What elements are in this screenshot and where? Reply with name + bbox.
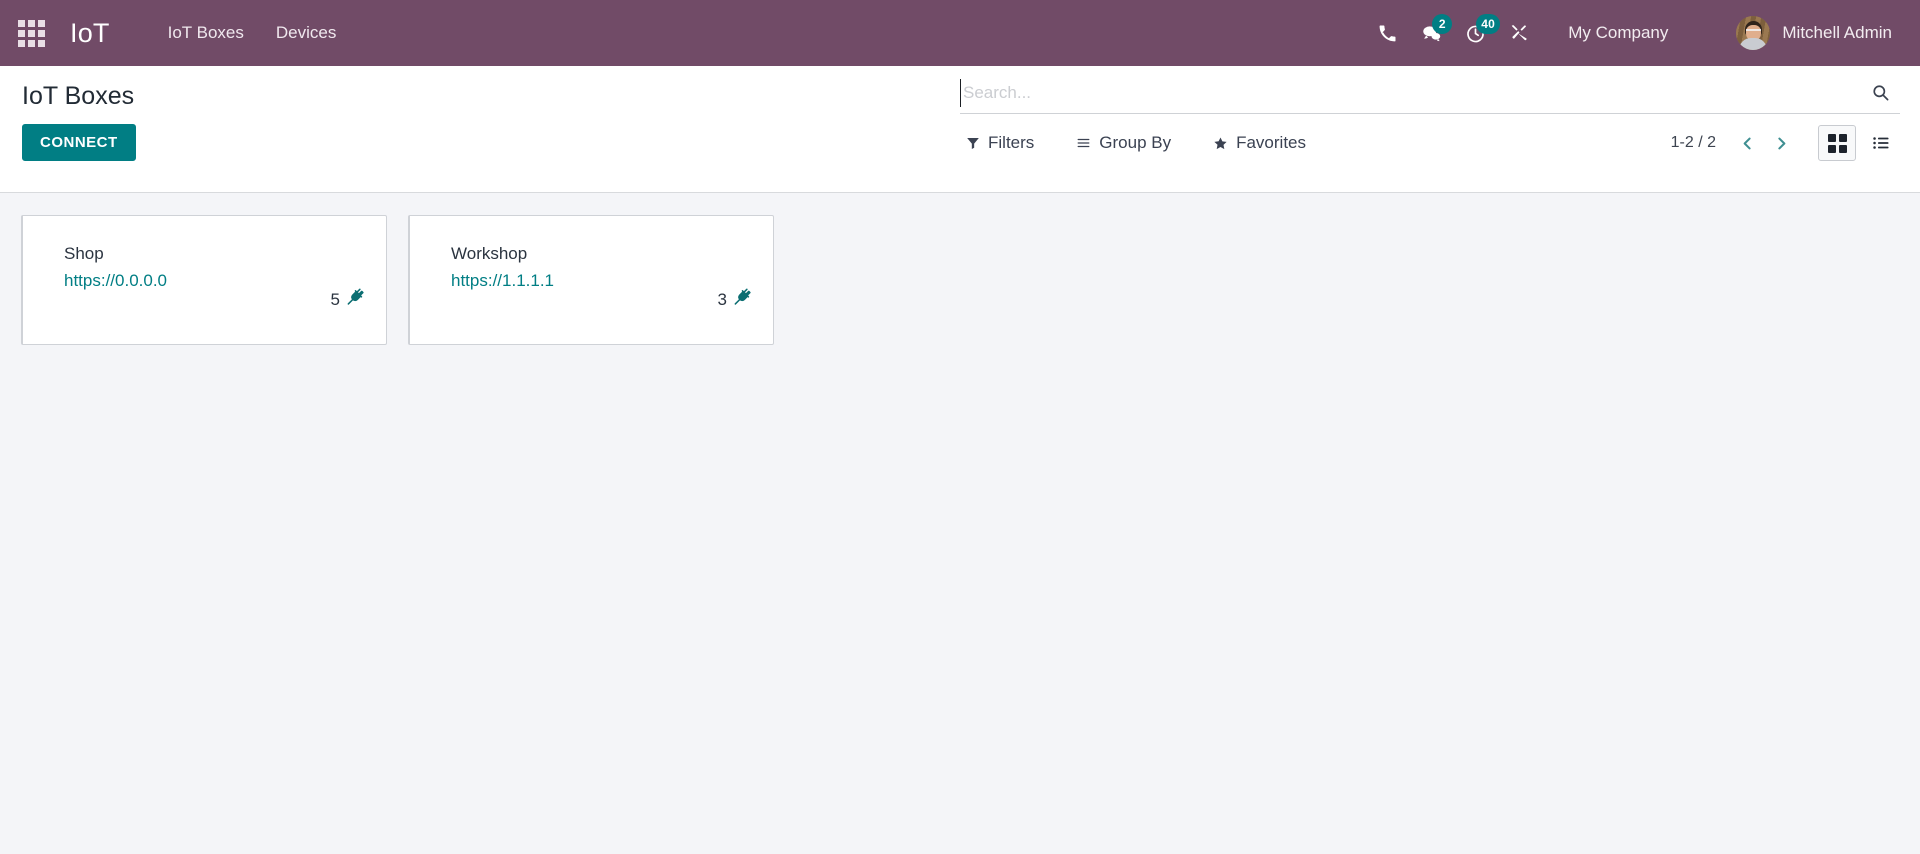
systray: 2 40 My Company Mitchell Admin (1366, 10, 1898, 56)
filters-dropdown[interactable]: Filters (960, 127, 1048, 159)
kanban-icon[interactable] (1818, 125, 1856, 161)
magnifier-icon[interactable] (1860, 76, 1900, 110)
kanban-card[interactable]: Shop https://0.0.0.0 5 (21, 215, 387, 345)
iot-box-name: Workshop (451, 244, 528, 263)
activities-badge: 40 (1476, 14, 1500, 34)
iot-box-name: Shop (64, 244, 104, 263)
user-name: Mitchell Admin (1782, 23, 1892, 42)
activities-icon[interactable]: 40 (1454, 12, 1500, 54)
avatar (1736, 16, 1771, 50)
messaging-badge: 2 (1432, 14, 1453, 34)
apps-grid-icon[interactable] (14, 16, 48, 50)
search-bar (960, 72, 1900, 114)
kanban-grid: Shop https://0.0.0.0 5 Workshop https://… (21, 215, 1920, 345)
kanban-card[interactable]: Workshop https://1.1.1.1 3 (408, 215, 774, 345)
device-count: 3 (717, 290, 727, 309)
messaging-icon[interactable]: 2 (1410, 12, 1453, 54)
groupby-dropdown[interactable]: Group By (1070, 127, 1185, 159)
iot-box-url[interactable]: https://1.1.1.1 (451, 269, 554, 294)
star-icon (1213, 136, 1228, 151)
pager-count: 1-2 / 2 (1670, 134, 1716, 151)
favorites-dropdown[interactable]: Favorites (1207, 127, 1320, 159)
view-switcher (1818, 125, 1900, 161)
phone-icon[interactable] (1366, 12, 1408, 54)
control-panel-left: IoT Boxes CONNECT (0, 66, 980, 161)
user-menu[interactable]: Mitchell Admin (1726, 10, 1898, 56)
device-count-group: 5 (331, 288, 365, 312)
pager-previous-button[interactable] (1730, 126, 1764, 160)
groupby-label: Group By (1099, 133, 1172, 152)
iot-box-url[interactable]: https://0.0.0.0 (64, 269, 167, 294)
search-input[interactable] (960, 78, 1854, 107)
app-brand-iot[interactable]: IoT (70, 18, 110, 49)
kanban-view: Shop https://0.0.0.0 5 Workshop https://… (0, 193, 1920, 853)
main-menu: IoT Boxes Devices (152, 13, 353, 53)
company-switcher[interactable]: My Company (1554, 15, 1682, 51)
device-count-group: 3 (718, 288, 752, 312)
page-title: IoT Boxes (22, 82, 135, 110)
list-lines-icon (1076, 136, 1091, 150)
funnel-icon (966, 136, 980, 150)
connect-button[interactable]: CONNECT (22, 123, 136, 161)
pager-next-button[interactable] (1764, 126, 1798, 160)
tools-icon[interactable] (1498, 12, 1540, 54)
plug-icon (733, 288, 752, 312)
control-panel: IoT Boxes CONNECT Search... Filters Grou… (0, 66, 1920, 193)
pager-and-views: 1-2 / 2 (1671, 125, 1900, 161)
filters-label: Filters (988, 133, 1035, 152)
menu-item-iot-boxes[interactable]: IoT Boxes (152, 13, 260, 53)
search-options: Filters Group By Favorites 1-2 / 2 (960, 118, 1900, 168)
top-navbar: IoT IoT Boxes Devices 2 40 My Company Mi… (0, 0, 1920, 66)
device-count: 5 (330, 290, 340, 309)
menu-item-devices[interactable]: Devices (260, 13, 352, 53)
plug-icon (346, 288, 365, 312)
favorites-label: Favorites (1236, 133, 1307, 152)
list-view-icon[interactable] (1862, 125, 1900, 161)
control-panel-right: Filters Group By (960, 66, 1920, 168)
